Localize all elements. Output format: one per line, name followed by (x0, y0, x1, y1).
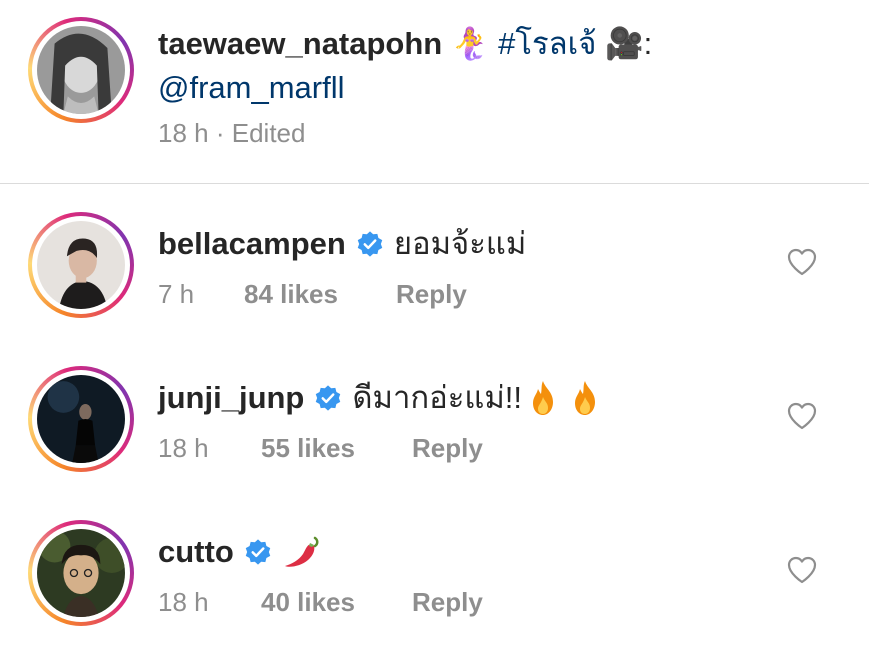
reply-button[interactable]: Reply (412, 587, 483, 618)
like-heart-icon[interactable] (787, 402, 817, 430)
comment-username[interactable]: bellacampen (158, 224, 346, 264)
fire-icon (528, 380, 558, 416)
comment-item: cutto 18 h 40 likes Reply (0, 498, 869, 648)
comment-time: 18 h (158, 587, 209, 617)
reply-button[interactable]: Reply (412, 433, 483, 464)
caption-hashtag[interactable]: #โรลเจ้ (498, 26, 596, 61)
chili-pepper-icon (282, 534, 322, 570)
caption-text: taewaew_natapohn 🧜‍♀️ #โรลเจ้ 🎥: @fram_m… (158, 22, 838, 109)
comment-meta: 18 h 55 likes Reply (158, 433, 483, 464)
caption-edited: Edited (231, 118, 306, 148)
caption-dot: · (215, 118, 225, 148)
caption-time: 18 h (158, 118, 209, 148)
comment-avatar[interactable] (28, 212, 134, 318)
caption-meta: 18 h · Edited (158, 118, 305, 149)
comment-body: cutto (158, 532, 322, 572)
comment-text: ดีมากอ่ะแม่!! (352, 380, 523, 415)
reply-button[interactable]: Reply (396, 279, 467, 310)
comment-username[interactable]: junji_junp (158, 378, 304, 418)
comment-body: junji_junp ดีมากอ่ะแม่!! (158, 378, 600, 418)
profile-photo-icon (37, 529, 125, 617)
comment-item: bellacampen ยอมจ้ะแม่ 7 h 84 likes Reply (0, 190, 869, 340)
caption-username[interactable]: taewaew_natapohn (158, 26, 442, 61)
profile-photo-icon (37, 26, 125, 114)
profile-photo-icon (37, 375, 125, 463)
comment-username[interactable]: cutto (158, 532, 234, 572)
comment-time: 18 h (158, 433, 209, 463)
like-heart-icon[interactable] (787, 556, 817, 584)
comment-time: 7 h (158, 279, 195, 309)
like-heart-icon[interactable] (787, 248, 817, 276)
fire-icon (570, 380, 600, 416)
profile-photo-icon (37, 221, 125, 309)
comment-avatar[interactable] (28, 520, 134, 626)
caption-mention[interactable]: @fram_marfll (158, 70, 344, 105)
verified-badge-icon (314, 384, 342, 412)
verified-badge-icon (356, 230, 384, 258)
comment-text: ยอมจ้ะแม่ (393, 226, 527, 261)
comment-body: bellacampen ยอมจ้ะแม่ (158, 224, 526, 264)
caption-avatar[interactable] (28, 17, 134, 123)
mermaid-icon: 🧜‍♀️ (450, 26, 490, 62)
comment-likes[interactable]: 40 likes (261, 587, 412, 618)
comment-likes[interactable]: 84 likes (244, 279, 396, 310)
comment-item: junji_junp ดีมากอ่ะแม่!! 18 h 55 likes R… (0, 344, 869, 494)
comment-meta: 18 h 40 likes Reply (158, 587, 483, 618)
caption-separator: : (643, 26, 653, 61)
post-caption: taewaew_natapohn 🧜‍♀️ #โรลเจ้ 🎥: @fram_m… (0, 0, 869, 184)
verified-badge-icon (244, 538, 272, 566)
comment-avatar[interactable] (28, 366, 134, 472)
movie-camera-icon: 🎥 (605, 26, 644, 62)
comment-likes[interactable]: 55 likes (261, 433, 412, 464)
comment-meta: 7 h 84 likes Reply (158, 279, 467, 310)
